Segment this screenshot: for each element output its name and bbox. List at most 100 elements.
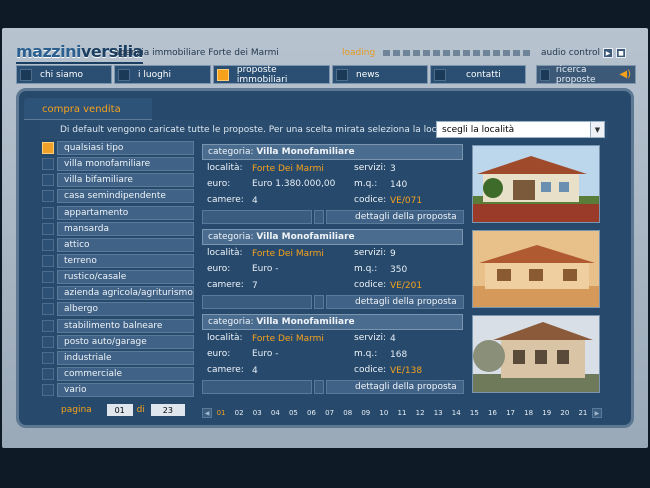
- nav-item-contatti[interactable]: contatti: [430, 65, 526, 84]
- type-filter-item[interactable]: appartamento: [42, 205, 194, 220]
- pager-current: 01: [106, 404, 133, 416]
- nav-bullet-icon: [434, 68, 446, 81]
- type-filter-item[interactable]: industriale: [42, 350, 194, 365]
- pager: pagina 01 di 23: [42, 403, 194, 417]
- listing-photo[interactable]: [472, 315, 600, 393]
- nav-item-proposte-immobiliari[interactable]: proposte immobiliari: [213, 65, 330, 85]
- checkbox-icon[interactable]: [42, 142, 54, 154]
- listing-card: categoria: Villa Monofamiliare località:…: [202, 314, 600, 396]
- type-filter-item[interactable]: rustico/casale: [42, 270, 194, 285]
- type-filter-item[interactable]: stabilimento balneare: [42, 318, 194, 333]
- listing-category: categoria: Villa Monofamiliare: [202, 314, 463, 330]
- checkbox-icon[interactable]: [42, 367, 54, 380]
- page-link[interactable]: 03: [248, 409, 266, 417]
- nav-search-proposals[interactable]: ricerca proposte ◀): [536, 65, 636, 85]
- listing-card: categoria: Villa Monofamiliare località:…: [202, 144, 600, 226]
- checkbox-icon[interactable]: [42, 303, 54, 316]
- page-link[interactable]: 02: [230, 409, 248, 417]
- listing-category: categoria: Villa Monofamiliare: [202, 229, 463, 245]
- type-filter-item[interactable]: azienda agricola/agriturismo: [42, 286, 194, 301]
- page-link[interactable]: 19: [538, 409, 556, 417]
- location-select[interactable]: scegli la località ▼: [436, 121, 605, 138]
- page-navigator: ◀ 01 02 03 04 05 06 07 08 09 10 11 12 13…: [202, 407, 604, 419]
- page-link[interactable]: 11: [393, 409, 411, 417]
- type-filter-item[interactable]: vario: [42, 383, 194, 398]
- listing-location[interactable]: Forte Dei Marmi: [252, 164, 324, 174]
- checkbox-icon[interactable]: [42, 319, 54, 332]
- nav-bullet-icon: [118, 68, 130, 81]
- type-filter-item[interactable]: terreno: [42, 253, 194, 268]
- checkbox-icon[interactable]: [42, 384, 54, 397]
- play-icon[interactable]: ▶: [603, 48, 613, 58]
- page-link[interactable]: 21: [574, 409, 592, 417]
- type-filter-item[interactable]: mansarda: [42, 221, 194, 236]
- pager-of: di: [136, 405, 145, 415]
- details-button[interactable]: dettagli della proposta: [326, 295, 464, 309]
- checkbox-icon[interactable]: [42, 271, 54, 284]
- loading-indicator: loading: [342, 48, 531, 58]
- pager-total: 23: [150, 404, 185, 416]
- pager-label: pagina: [61, 405, 92, 415]
- tagline: agenzia immobiliare Forte dei Marmi: [114, 48, 279, 58]
- checkbox-icon[interactable]: [42, 287, 54, 300]
- checkbox-icon[interactable]: [42, 222, 54, 235]
- type-filter-item[interactable]: qualsiasi tipo: [42, 141, 194, 155]
- nav-item-i-luoghi[interactable]: i luoghi: [114, 65, 211, 84]
- page-link[interactable]: 18: [520, 409, 538, 417]
- main-nav: chi siamo i luoghi proposte immobiliari …: [16, 65, 636, 85]
- info-text: Di default vengono caricate tutte le pro…: [60, 124, 457, 135]
- chevron-down-icon[interactable]: ▼: [590, 122, 604, 137]
- chevron-left-icon[interactable]: ◀: [202, 408, 212, 418]
- checkbox-icon[interactable]: [42, 174, 54, 187]
- listing-photo[interactable]: [472, 145, 600, 223]
- type-filter-item[interactable]: commerciale: [42, 366, 194, 381]
- logo-main-text: mazzini: [16, 41, 81, 61]
- details-button[interactable]: dettagli della proposta: [326, 380, 464, 394]
- checkbox-icon[interactable]: [42, 158, 54, 171]
- type-filter-item[interactable]: albergo: [42, 302, 194, 317]
- page-link[interactable]: 09: [357, 409, 375, 417]
- page-link[interactable]: 12: [411, 409, 429, 417]
- checkbox-icon[interactable]: [42, 190, 54, 203]
- page-link[interactable]: 08: [339, 409, 357, 417]
- checkbox-icon[interactable]: [42, 335, 54, 348]
- page-link[interactable]: 20: [556, 409, 574, 417]
- page-link[interactable]: 05: [284, 409, 302, 417]
- listing-card: categoria: Villa Monofamiliare località:…: [202, 229, 600, 311]
- nav-item-chi-siamo[interactable]: chi siamo: [16, 65, 112, 84]
- page-link[interactable]: 14: [447, 409, 465, 417]
- checkbox-icon[interactable]: [42, 351, 54, 364]
- type-filter-item[interactable]: posto auto/garage: [42, 334, 194, 349]
- checkbox-icon[interactable]: [42, 254, 54, 267]
- audio-label: audio control: [541, 48, 600, 58]
- checkbox-icon[interactable]: [42, 238, 54, 251]
- nav-item-news[interactable]: news: [332, 65, 428, 84]
- nav-bullet-icon: [20, 68, 32, 81]
- page-link[interactable]: 04: [266, 409, 284, 417]
- speaker-icon[interactable]: ◀): [619, 69, 631, 80]
- type-filter-item[interactable]: villa bifamiliare: [42, 173, 194, 188]
- nav-bullet-icon: [336, 68, 348, 81]
- checkbox-icon[interactable]: [42, 206, 54, 219]
- type-filter-item[interactable]: villa monofamiliare: [42, 157, 194, 172]
- details-button[interactable]: dettagli della proposta: [326, 210, 464, 224]
- listing-category: categoria: Villa Monofamiliare: [202, 144, 463, 160]
- page-link[interactable]: 13: [429, 409, 447, 417]
- type-filter-list: qualsiasi tipo villa monofamiliare villa…: [42, 141, 194, 399]
- page-link[interactable]: 07: [321, 409, 339, 417]
- nav-bullet-icon: [217, 68, 229, 81]
- type-filter-item[interactable]: casa semindipendente: [42, 189, 194, 204]
- type-filter-item[interactable]: attico: [42, 237, 194, 252]
- stop-icon[interactable]: ■: [616, 48, 626, 58]
- listing-location[interactable]: Forte Dei Marmi: [252, 249, 324, 259]
- listing-location[interactable]: Forte Dei Marmi: [252, 334, 324, 344]
- audio-control: audio control ▶ ■: [541, 48, 626, 58]
- page-link[interactable]: 10: [375, 409, 393, 417]
- page-link[interactable]: 06: [302, 409, 320, 417]
- chevron-right-icon[interactable]: ▶: [591, 408, 602, 418]
- listing-photo[interactable]: [472, 230, 600, 308]
- page-link[interactable]: 15: [465, 409, 483, 417]
- page-link[interactable]: 17: [502, 409, 520, 417]
- page-link[interactable]: 16: [483, 409, 501, 417]
- page-link[interactable]: 01: [212, 409, 230, 417]
